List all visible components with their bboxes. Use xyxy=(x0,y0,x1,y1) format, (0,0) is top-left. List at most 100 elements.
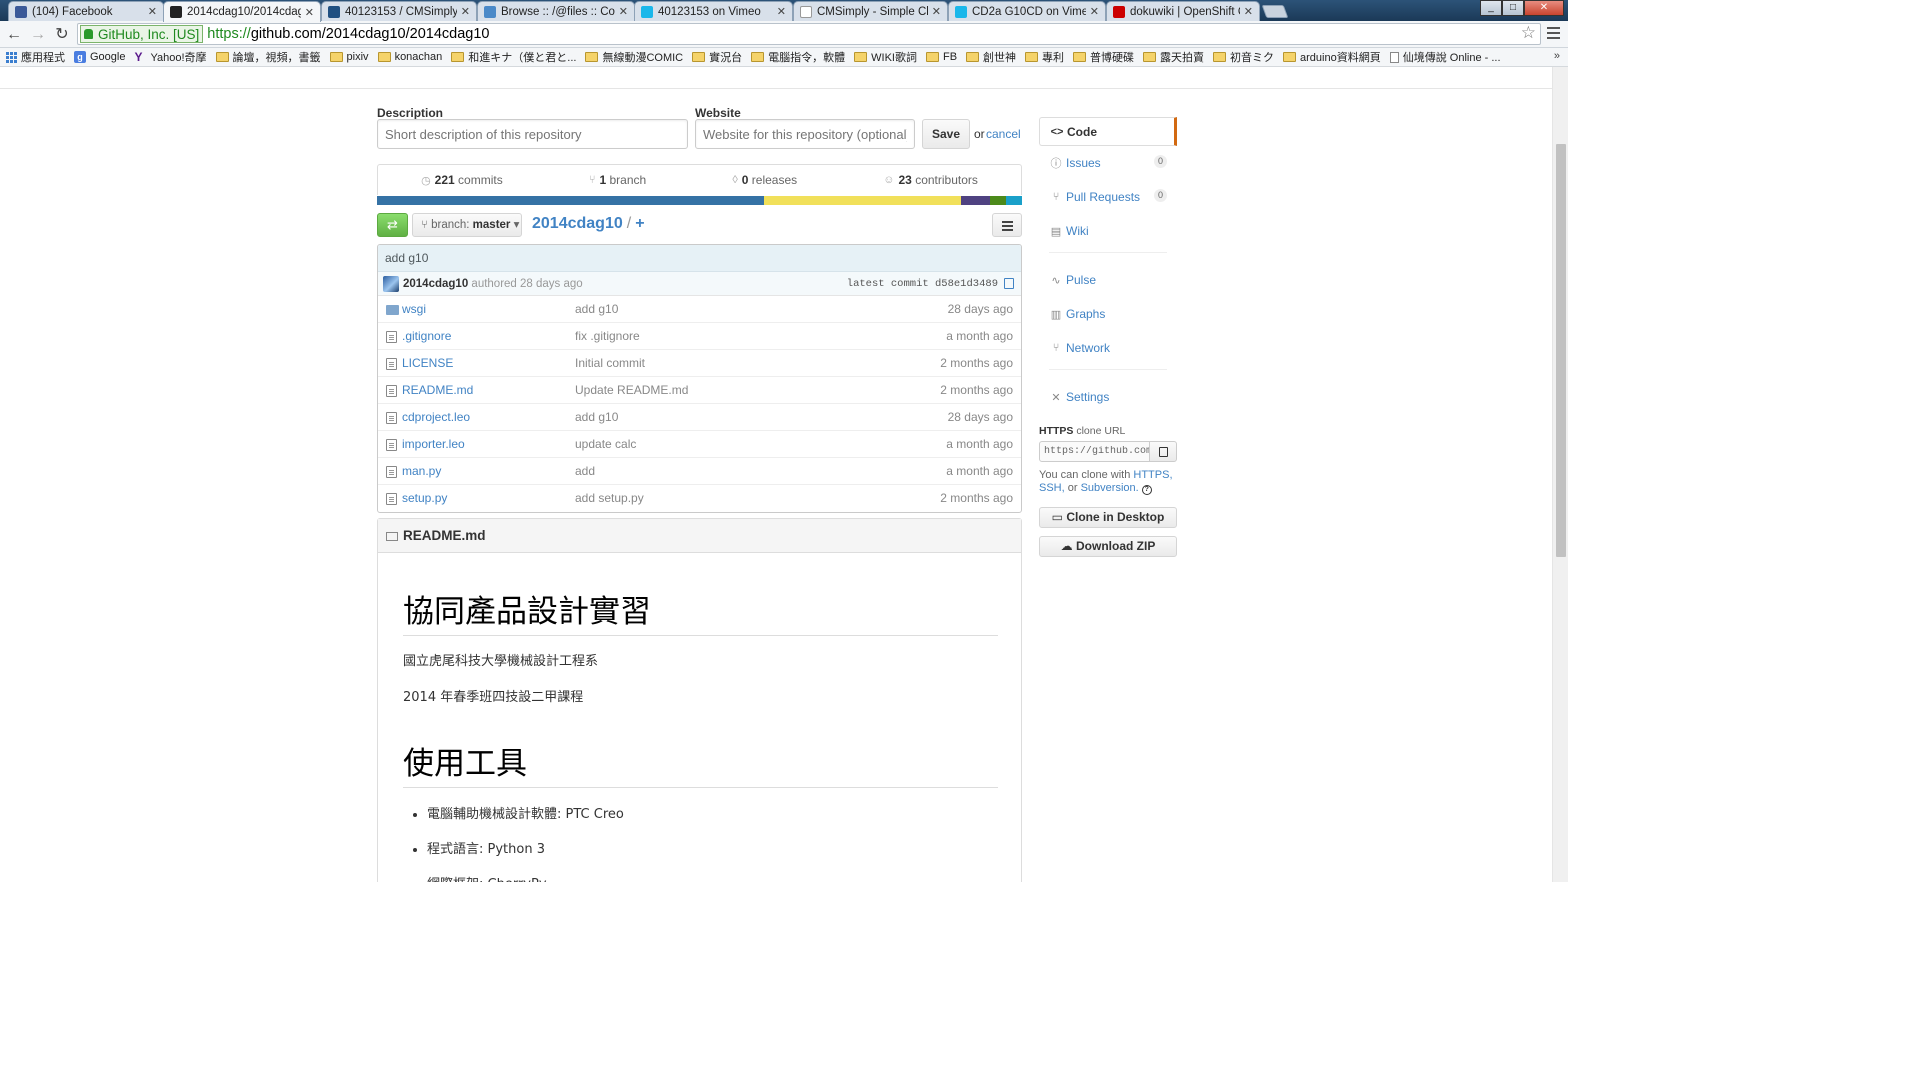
browser-tab[interactable]: (104) Facebook ✕ xyxy=(8,1,164,21)
file-commit-message-link[interactable]: fix .gitignore xyxy=(575,323,640,350)
sidebar-item-graphs[interactable]: ▥ Graphs xyxy=(1039,297,1177,331)
chrome-menu-icon[interactable] xyxy=(1547,27,1560,42)
file-name-link[interactable]: README.md xyxy=(402,377,473,404)
bookmark-item[interactable]: 和進キナ（僕と君と... xyxy=(451,49,576,65)
bookmark-item[interactable]: 實況台 xyxy=(692,49,742,65)
browser-tab[interactable]: Browse :: /@files :: Copy ✕ xyxy=(477,1,635,21)
language-segment[interactable] xyxy=(989,196,1006,205)
clone-ssh-link[interactable]: SSH, xyxy=(1039,482,1065,494)
bookmark-item[interactable]: g Google xyxy=(74,51,125,63)
url-text[interactable]: https://github.com/2014cdag10/2014cdag10 xyxy=(207,26,489,42)
tab-close-icon[interactable]: ✕ xyxy=(148,5,157,18)
sidebar-item-wiki[interactable]: ▤ Wiki xyxy=(1039,214,1177,248)
file-name-link[interactable]: man.py xyxy=(402,458,441,485)
browser-tab[interactable]: CD2a G10CD on Vimeo ✕ xyxy=(948,1,1106,21)
bookmark-item[interactable]: pixiv xyxy=(329,51,369,63)
file-name-link[interactable]: setup.py xyxy=(402,485,447,512)
browser-tab[interactable]: 2014cdag10/2014cdag1 ✕ xyxy=(163,1,321,22)
commits-stat[interactable]: ◷ 221 commits xyxy=(421,173,503,187)
bookmark-item[interactable]: konachan xyxy=(377,51,442,63)
sidebar-item-pulse[interactable]: ∿ Pulse xyxy=(1039,263,1177,297)
clone-https-link[interactable]: HTTPS, xyxy=(1133,469,1172,481)
language-breakdown-bar[interactable] xyxy=(377,196,1022,205)
bookmark-item[interactable]: arduino資料網頁 xyxy=(1283,49,1381,65)
language-segment[interactable] xyxy=(377,196,764,205)
tab-close-icon[interactable]: ✕ xyxy=(461,5,470,18)
language-segment[interactable] xyxy=(764,196,961,205)
bookmarks-overflow-chevron[interactable]: » xyxy=(1554,50,1560,62)
file-commit-message-link[interactable]: Initial commit xyxy=(575,350,645,377)
clipboard-icon[interactable] xyxy=(1004,278,1014,289)
forward-icon[interactable]: → xyxy=(28,25,48,45)
file-name-link[interactable]: cdproject.leo xyxy=(402,404,470,431)
website-input[interactable] xyxy=(695,119,915,149)
minimize-button[interactable]: _ xyxy=(1480,0,1502,16)
reload-icon[interactable]: ↻ xyxy=(52,25,72,45)
sidebar-item-pull-requests[interactable]: ⑂ Pull Requests 0 xyxy=(1039,180,1177,214)
save-button[interactable]: Save xyxy=(922,119,970,149)
file-commit-message-link[interactable]: add g10 xyxy=(575,296,618,323)
file-name-link[interactable]: .gitignore xyxy=(402,323,451,350)
question-icon[interactable]: ? xyxy=(1141,485,1152,495)
bookmark-item[interactable]: 電腦指令，軟體 xyxy=(751,49,845,65)
ev-certificate-badge[interactable]: GitHub, Inc. [US] xyxy=(80,25,204,43)
clone-subversion-link[interactable]: Subversion. xyxy=(1081,482,1139,494)
scrollbar-thumb[interactable] xyxy=(1556,144,1566,557)
tab-close-icon[interactable]: ✕ xyxy=(777,5,786,18)
branch-select-button[interactable]: ⑂ branch: master ▾ xyxy=(412,213,522,237)
sidebar-item-settings[interactable]: ✕ Settings xyxy=(1039,380,1177,414)
language-segment[interactable] xyxy=(960,196,990,205)
bookmark-item[interactable]: 仙境傳說 Online - ... xyxy=(1389,49,1501,65)
window-close-button[interactable]: ✕ xyxy=(1524,0,1564,16)
tab-close-icon[interactable]: ✕ xyxy=(1244,5,1253,18)
tab-close-icon[interactable]: ✕ xyxy=(305,6,314,19)
browser-tab[interactable]: dokuwiki | OpenShift On ✕ xyxy=(1106,1,1260,21)
bookmark-item[interactable]: Y Yahoo!奇摩 xyxy=(134,49,206,65)
branches-stat[interactable]: ⑂ 1 branch xyxy=(589,173,646,187)
clone-url-input[interactable] xyxy=(1039,441,1150,462)
file-commit-message-link[interactable]: update calc xyxy=(575,431,636,458)
file-commit-message-link[interactable]: Update README.md xyxy=(575,377,688,404)
tab-close-icon[interactable]: ✕ xyxy=(619,5,628,18)
file-commit-message-link[interactable]: add xyxy=(575,458,595,485)
sidebar-item-code[interactable]: <> Code xyxy=(1039,117,1177,146)
new-file-link[interactable]: + xyxy=(635,215,644,232)
clone-in-desktop-button[interactable]: ▭ Clone in Desktop xyxy=(1039,507,1177,528)
sidebar-item-network[interactable]: ⑂ Network xyxy=(1039,331,1177,365)
bookmark-item[interactable]: 初音ミク xyxy=(1213,49,1274,65)
tab-close-icon[interactable]: ✕ xyxy=(1090,5,1099,18)
tab-close-icon[interactable]: ✕ xyxy=(932,5,941,18)
maximize-button[interactable]: □ xyxy=(1502,0,1524,16)
contributors-stat[interactable]: ☺ 23 contributors xyxy=(883,173,978,187)
releases-stat[interactable]: ◊ 0 releases xyxy=(732,173,797,187)
cancel-link[interactable]: cancel xyxy=(986,127,1021,141)
sidebar-item-issues[interactable]: ⓘ Issues 0 xyxy=(1039,146,1177,180)
file-commit-message-link[interactable]: add setup.py xyxy=(575,485,644,512)
file-name-link[interactable]: wsgi xyxy=(402,296,426,323)
bookmark-item[interactable]: 專利 xyxy=(1025,49,1064,65)
download-zip-button[interactable]: ☁ Download ZIP xyxy=(1039,536,1177,557)
browser-tab[interactable]: 40123153 on Vimeo ✕ xyxy=(634,1,793,21)
address-bar[interactable]: GitHub, Inc. [US] https://github.com/201… xyxy=(77,23,1541,45)
bookmark-item[interactable]: 普博硬碟 xyxy=(1073,49,1134,65)
bookmark-item[interactable]: WIKI歌詞 xyxy=(854,49,917,65)
commit-author[interactable]: 2014cdag10 xyxy=(403,278,468,290)
bookmark-item[interactable]: 露天拍賣 xyxy=(1143,49,1204,65)
language-segment[interactable] xyxy=(1005,196,1022,205)
bookmark-item[interactable]: 應用程式 xyxy=(6,49,65,65)
latest-commit-message[interactable]: add g10 xyxy=(378,245,1021,272)
new-tab-button[interactable] xyxy=(1261,5,1289,18)
copy-clone-url-button[interactable] xyxy=(1149,441,1177,462)
bookmark-item[interactable]: 無線動漫COMIC xyxy=(585,49,683,65)
bookmark-item[interactable]: 創世神 xyxy=(966,49,1016,65)
page-scrollbar[interactable] xyxy=(1552,67,1568,882)
description-input[interactable] xyxy=(377,119,688,149)
bookmark-star-icon[interactable]: ☆ xyxy=(1521,23,1536,43)
avatar[interactable] xyxy=(383,276,399,292)
browser-tab[interactable]: CMSimply - Simple Clou ✕ xyxy=(793,1,948,21)
list-view-button[interactable] xyxy=(992,213,1022,237)
file-name-link[interactable]: LICENSE xyxy=(402,350,453,377)
browser-tab[interactable]: 40123153 / CMSimply - ✕ xyxy=(321,1,477,21)
bookmark-item[interactable]: FB xyxy=(925,51,957,63)
file-commit-message-link[interactable]: add g10 xyxy=(575,404,618,431)
